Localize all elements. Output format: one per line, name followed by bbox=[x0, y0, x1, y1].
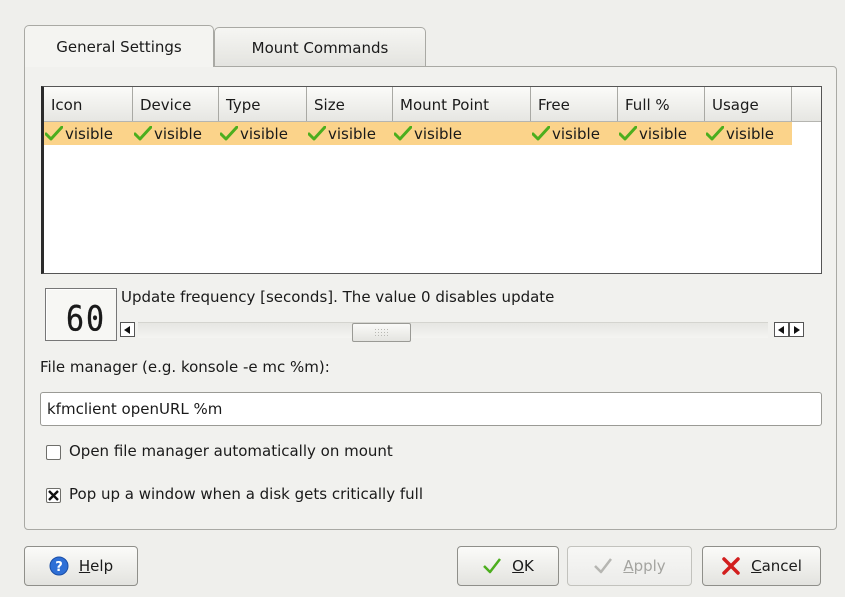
update-frequency-label: Update frequency [seconds]. The value 0 … bbox=[121, 288, 555, 306]
column-header-usage[interactable]: Usage bbox=[705, 87, 792, 121]
popup-full-checkbox[interactable] bbox=[46, 488, 61, 503]
popup-full-label: Pop up a window when a disk gets critica… bbox=[69, 485, 423, 503]
file-manager-input[interactable] bbox=[40, 392, 822, 426]
checkmark-icon bbox=[394, 126, 412, 141]
visibility-cell-free[interactable]: visible bbox=[532, 122, 600, 145]
column-header-type[interactable]: Type bbox=[219, 87, 307, 121]
arrow-left-icon bbox=[124, 325, 130, 334]
lcd-value: 60 bbox=[66, 298, 106, 339]
svg-text:?: ? bbox=[55, 560, 63, 575]
help-button-label: Help bbox=[78, 557, 114, 575]
tab-label: General Settings bbox=[56, 37, 182, 56]
slider-groove[interactable] bbox=[138, 322, 768, 342]
apply-button[interactable]: Apply bbox=[567, 546, 692, 586]
visibility-cell-mount-point[interactable]: visible bbox=[394, 122, 462, 145]
slider-left-step-button[interactable] bbox=[774, 322, 789, 337]
checkmark-icon bbox=[619, 126, 637, 141]
checkmark-icon bbox=[45, 126, 63, 141]
visibility-cell-device[interactable]: visible bbox=[134, 122, 202, 145]
ok-button-label: OK bbox=[512, 557, 534, 575]
tab-general-settings[interactable]: General Settings bbox=[24, 25, 214, 67]
visibility-cell-size[interactable]: visible bbox=[308, 122, 376, 145]
visibility-cell-full[interactable]: visible bbox=[619, 122, 687, 145]
column-header-size[interactable]: Size bbox=[307, 87, 393, 121]
ok-button[interactable]: OK bbox=[457, 546, 559, 586]
arrow-left-icon bbox=[778, 325, 784, 334]
column-header-device[interactable]: Device bbox=[133, 87, 219, 121]
checkmark-icon bbox=[308, 126, 326, 141]
tab-mount-commands[interactable]: Mount Commands bbox=[214, 27, 426, 67]
column-header-mount-point[interactable]: Mount Point bbox=[393, 87, 531, 121]
visibility-cell-usage[interactable]: visible bbox=[706, 122, 774, 145]
grip-icon bbox=[375, 329, 388, 336]
check-icon bbox=[482, 557, 502, 575]
tab-label: Mount Commands bbox=[251, 38, 389, 57]
open-on-mount-label: Open file manager automatically on mount bbox=[69, 442, 393, 460]
visibility-cell-icon[interactable]: visible bbox=[45, 122, 113, 145]
open-on-mount-checkbox[interactable] bbox=[46, 445, 61, 460]
lcd-digits: 60 bbox=[66, 298, 106, 339]
checkbox-x-icon bbox=[48, 490, 59, 501]
help-icon: ? bbox=[49, 556, 69, 576]
column-header-icon[interactable]: Icon bbox=[44, 87, 133, 121]
slider-left-button[interactable] bbox=[120, 322, 135, 337]
visibility-cell-type[interactable]: visible bbox=[220, 122, 288, 145]
arrow-right-icon bbox=[794, 325, 800, 334]
checkmark-icon bbox=[532, 126, 550, 141]
checkmark-icon bbox=[134, 126, 152, 141]
help-button[interactable]: ? Help bbox=[24, 546, 138, 586]
column-header-full[interactable]: Full % bbox=[618, 87, 705, 121]
update-frequency-lcd: 60 bbox=[45, 288, 117, 341]
cancel-button-label: Cancel bbox=[751, 557, 802, 575]
columns-listview[interactable]: Icon Device Type Size Mount Point Free F… bbox=[41, 86, 822, 274]
checkmark-icon bbox=[706, 126, 724, 141]
list-header: Icon Device Type Size Mount Point Free F… bbox=[44, 87, 821, 122]
checkmark-icon bbox=[220, 126, 238, 141]
cancel-button[interactable]: Cancel bbox=[702, 546, 821, 586]
apply-button-label: Apply bbox=[623, 557, 666, 575]
slider-right-button[interactable] bbox=[789, 322, 804, 337]
file-manager-label: File manager (e.g. konsole -e mc %m): bbox=[40, 358, 330, 376]
cancel-x-icon bbox=[721, 556, 741, 576]
update-frequency-slider[interactable] bbox=[120, 320, 810, 342]
check-icon bbox=[593, 557, 613, 575]
column-header-free[interactable]: Free bbox=[531, 87, 618, 121]
slider-thumb[interactable] bbox=[352, 323, 411, 342]
